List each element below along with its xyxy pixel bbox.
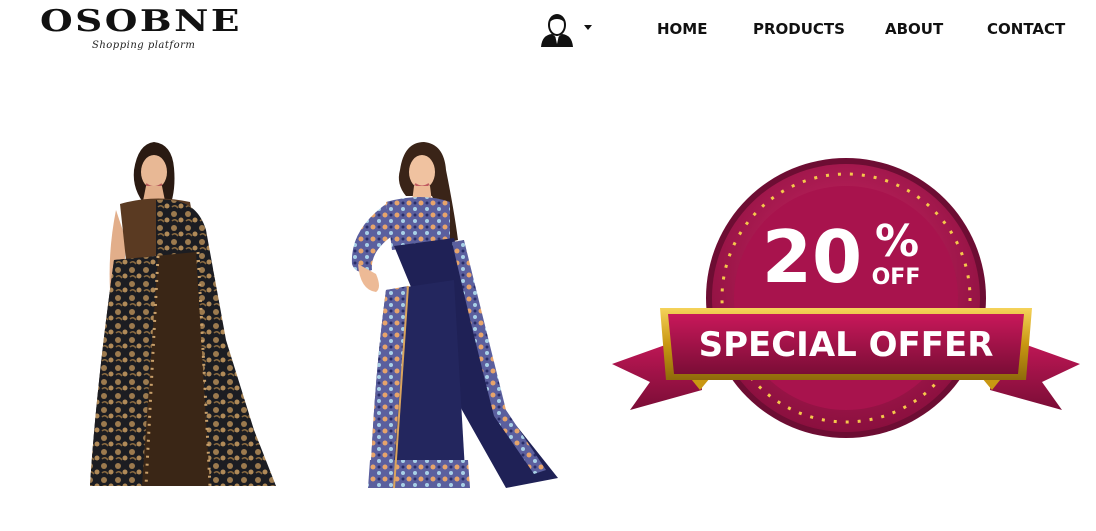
nav-home[interactable]: HOME [657, 18, 707, 40]
brand-logo[interactable]: OSOBNE Shopping platform [40, 4, 239, 56]
user-menu-toggle[interactable] [540, 14, 594, 48]
product-card-black-saree[interactable] [86, 140, 280, 492]
offer-badge-graphic: 20 % OFF SPECIAL OFFER [612, 158, 1080, 438]
offer-label: SPECIAL OFFER [699, 325, 994, 365]
brand-name: OSOBNE [40, 4, 242, 39]
product-card-navy-saree[interactable] [346, 140, 560, 496]
user-avatar-icon [541, 14, 573, 47]
navy-saree-image [351, 142, 558, 489]
brand-tagline: Shopping platform [92, 40, 196, 51]
black-saree-image [90, 142, 276, 487]
nav-products[interactable]: PRODUCTS [753, 18, 845, 40]
offer-off-label: OFF [872, 265, 921, 290]
nav-about[interactable]: ABOUT [885, 18, 943, 40]
offer-percent-value: 20 [762, 215, 862, 299]
nav-contact[interactable]: CONTACT [987, 18, 1065, 40]
offer-percent-sign: % [875, 216, 919, 267]
chevron-down-icon [584, 25, 592, 30]
special-offer-banner[interactable]: 20 % OFF SPECIAL OFFER [606, 154, 1086, 444]
